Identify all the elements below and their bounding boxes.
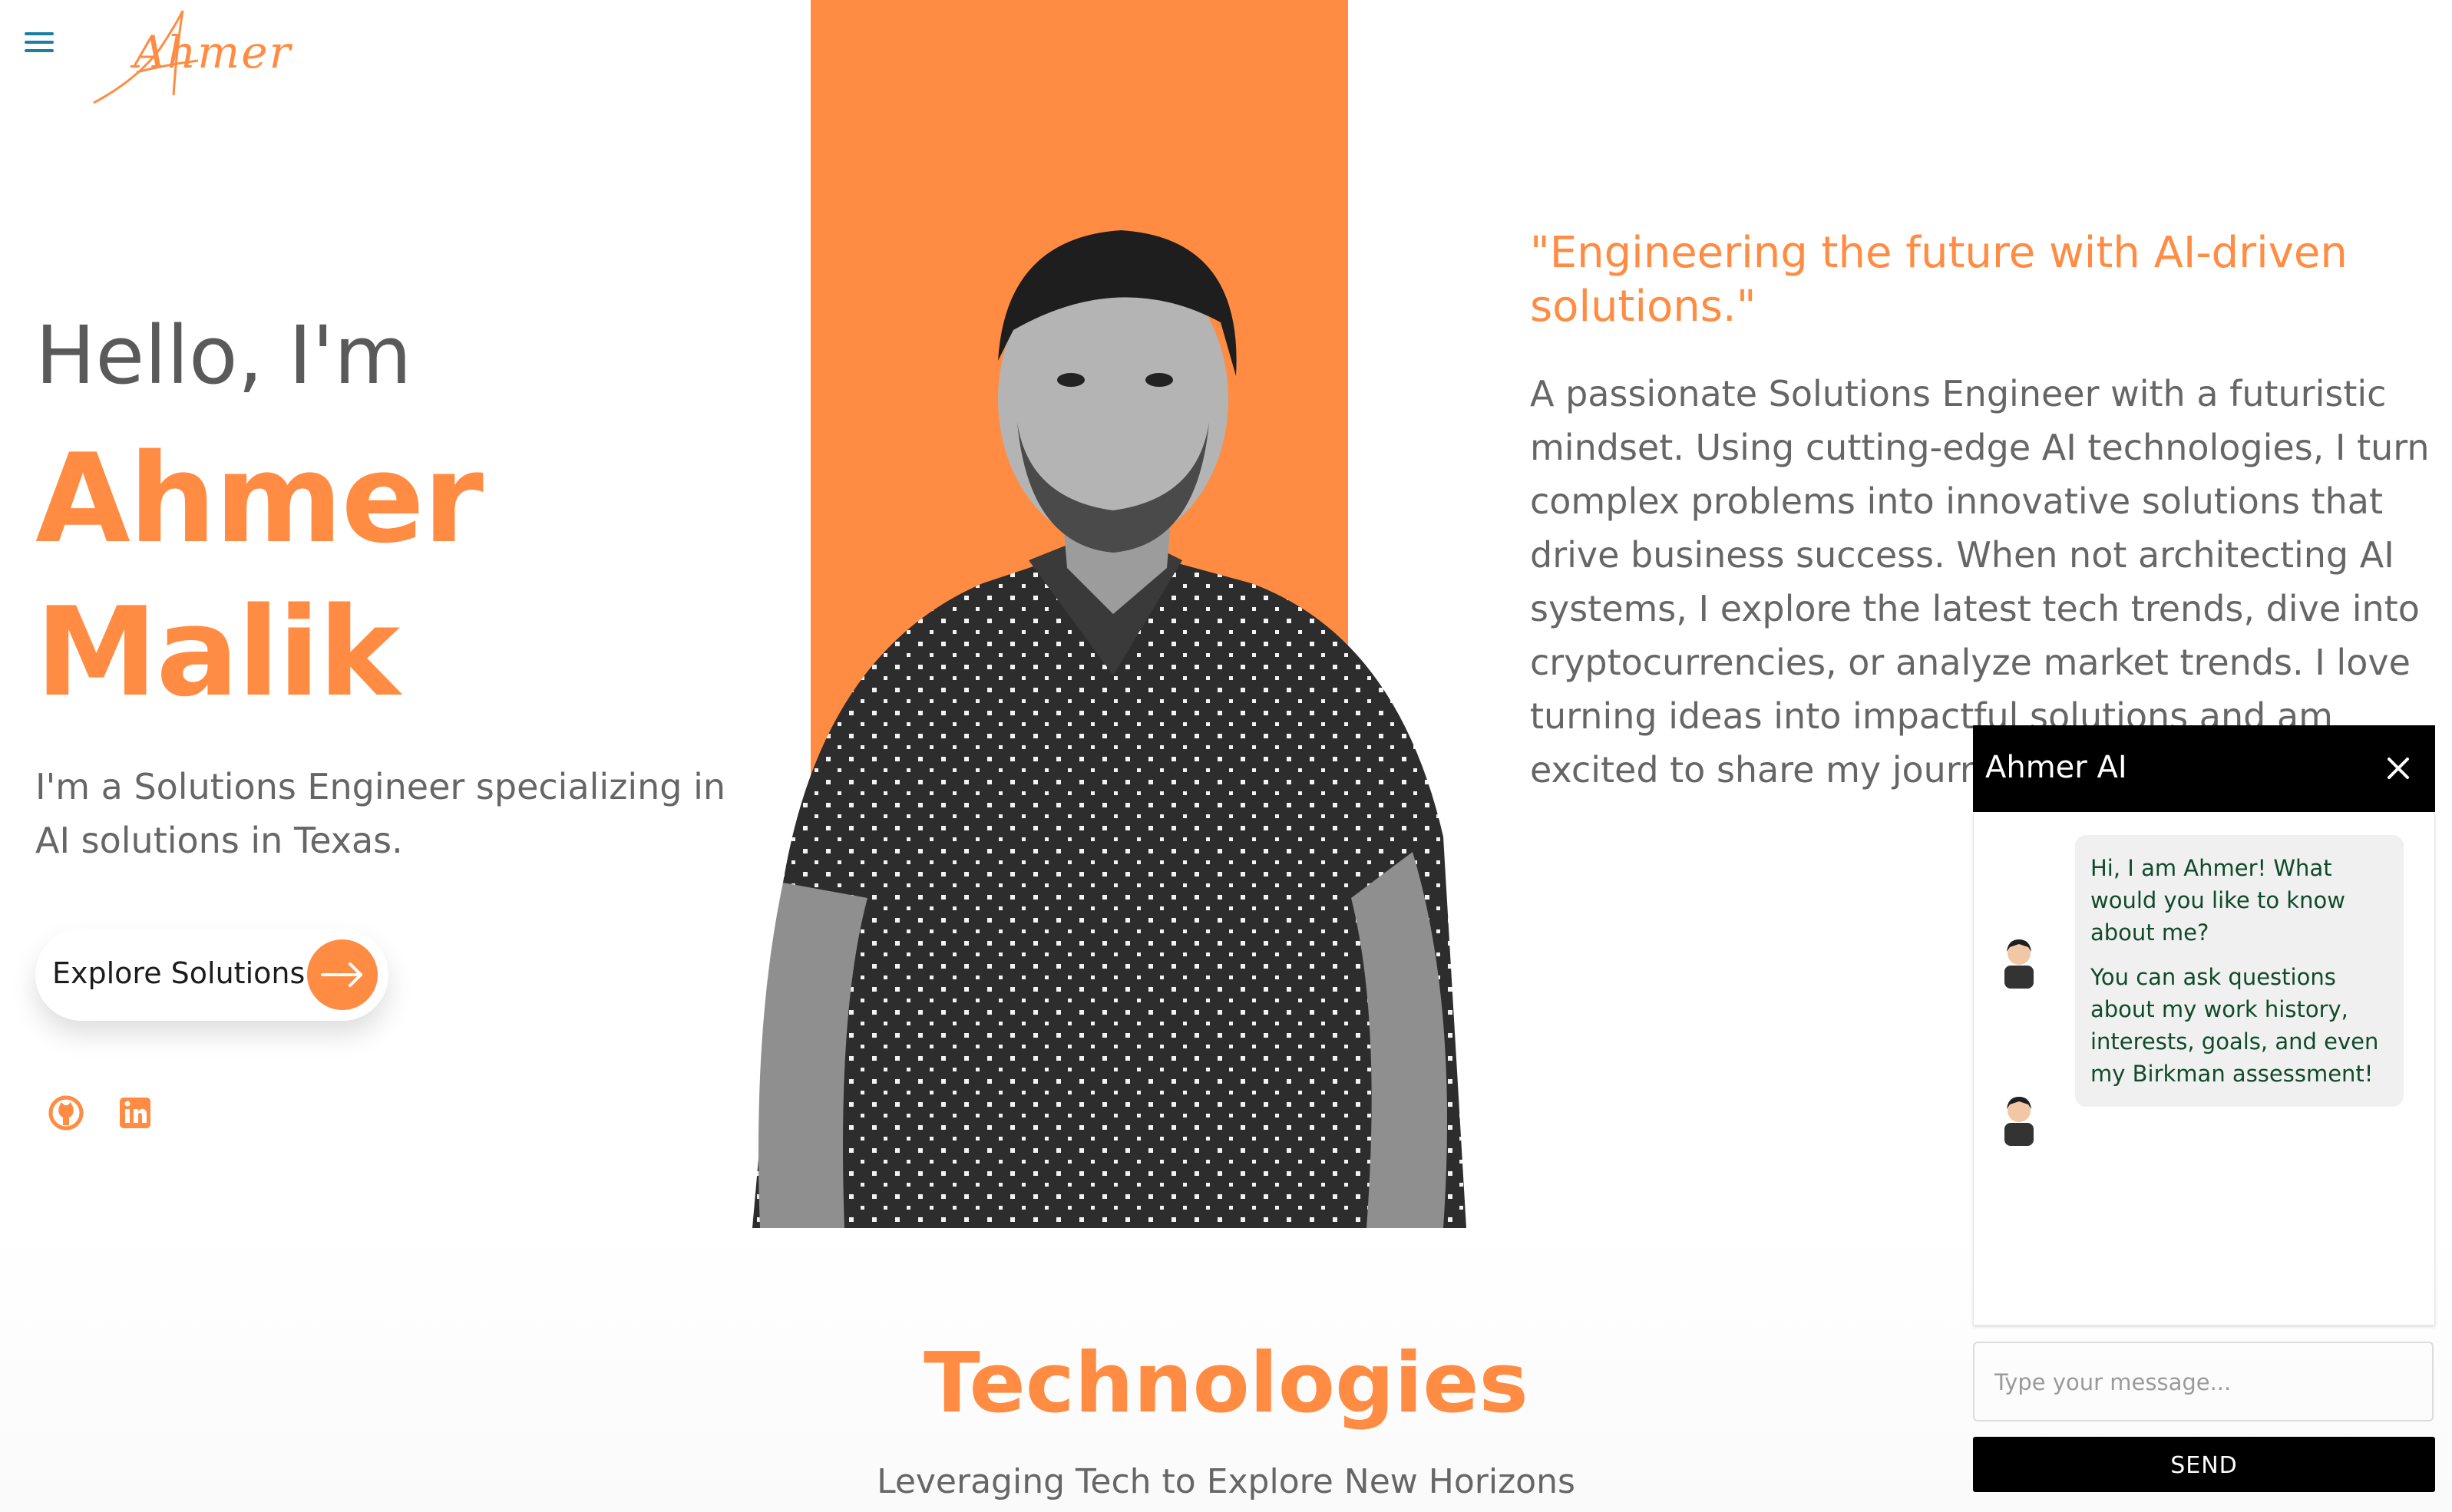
explore-solutions-button[interactable]: Explore Solutions! — [35, 929, 388, 1021]
github-icon[interactable] — [46, 1093, 86, 1133]
intro-text: I'm a Solutions Engineer specializing in… — [35, 766, 726, 861]
linkedin-icon[interactable] — [115, 1093, 155, 1133]
close-icon[interactable] — [2383, 753, 2414, 784]
chat-messages[interactable]: Hi, I am Ahmer! What would you like to k… — [1973, 812, 2435, 1325]
name-heading: Ahmer Malik — [35, 422, 484, 729]
page: Ahmer Hello, I'm Ahmer Malik I'm a Solut… — [0, 0, 2452, 1512]
send-button-label: SEND — [2170, 1452, 2238, 1479]
bot-avatar-icon — [2004, 939, 2034, 989]
chat-header: Ahmer AI — [1973, 725, 2435, 812]
greeting: Hello, I'm — [35, 309, 412, 402]
profile-photo — [752, 230, 1466, 1228]
hamburger-icon[interactable] — [25, 32, 54, 54]
first-name: Ahmer — [35, 427, 484, 570]
chat-widget: Ahmer AI Hi, I am Ahmer! What would you … — [1973, 725, 2435, 1493]
chat-title: Ahmer AI — [1985, 750, 2127, 785]
bot-avatar-icon — [2004, 1097, 2034, 1146]
logo-text: Ahmer — [134, 26, 292, 78]
chat-message-input[interactable]: Type your message... — [1973, 1342, 2434, 1421]
chat-input-placeholder: Type your message... — [1994, 1369, 2232, 1395]
logo[interactable]: Ahmer — [91, 3, 298, 111]
send-button[interactable]: SEND — [1973, 1437, 2435, 1492]
last-name: Malik — [35, 580, 400, 724]
tagline-quote: "Engineering the future with AI-driven s… — [1530, 228, 2348, 332]
chat-message: You can ask questions about my work hist… — [2075, 944, 2404, 1107]
arrow-right-icon — [307, 939, 378, 1010]
explore-solutions-label: Explore Solutions! — [52, 956, 317, 990]
